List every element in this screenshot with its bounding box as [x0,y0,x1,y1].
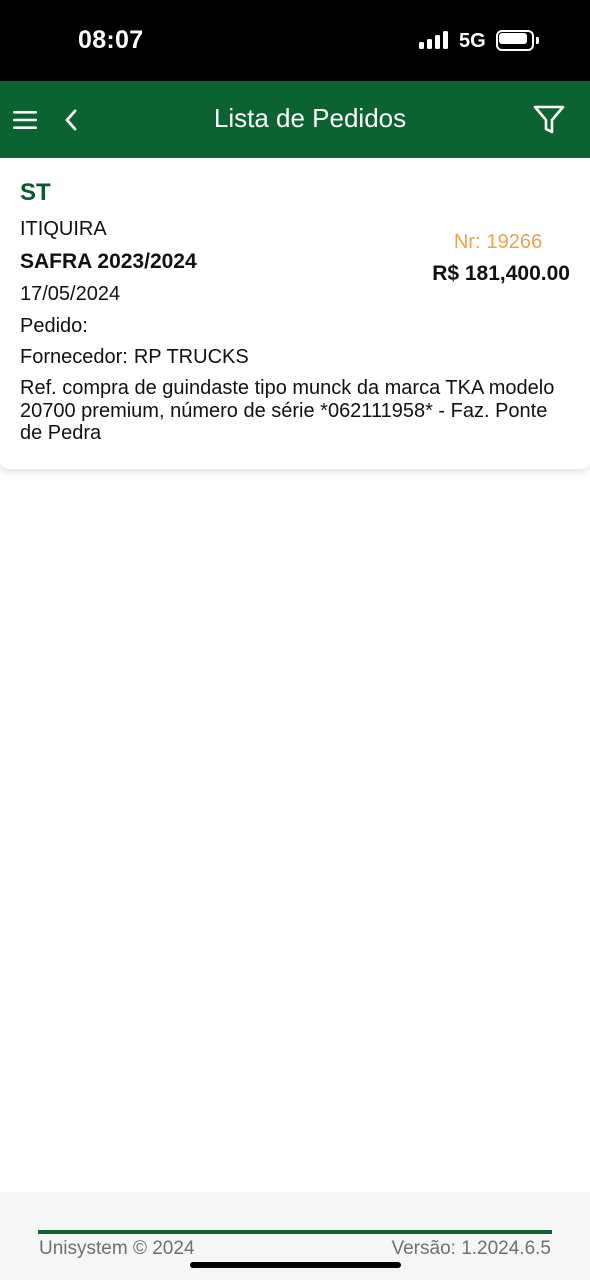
back-button[interactable] [56,102,86,138]
order-pedido-label: Pedido: [20,315,88,337]
page-title: Lista de Pedidos [213,103,407,133]
order-date: 17/05/2024 [20,283,121,305]
supplier-name: RP TRUCKS [133,346,249,368]
filter-button[interactable] [528,100,570,140]
supplier-label: Fornecedor: [20,346,128,368]
order-number: Nr: 19266 [428,231,568,254]
order-value: R$ 181,400.00 [432,262,570,285]
order-city: ITIQUIRA [20,218,107,240]
order-description: Ref. compra de guindaste tipo munck da m… [20,377,555,444]
order-safra: SAFRA 2023/2024 [20,250,197,273]
network-type: 5G [459,30,486,52]
order-number-value: 19266 [486,231,543,253]
order-card[interactable]: ST ITIQUIRA SAFRA 2023/2024 17/05/2024 P… [0,158,590,469]
hamburger-menu-icon [13,111,37,129]
battery-icon [496,30,539,51]
menu-button[interactable] [8,102,42,138]
footer-divider [38,1230,552,1234]
order-supplier: Fornecedor: RP TRUCKS [20,346,249,369]
app-header: Lista de Pedidos [0,81,590,158]
footer-copyright: Unisystem © 2024 [39,1238,195,1259]
footer-version: Versão: 1.2024.6.5 [391,1238,551,1259]
status-bar: 08:07 5G [0,0,590,81]
home-indicator[interactable] [190,1262,401,1268]
chevron-left-icon [65,109,77,131]
cellular-signal-icon [419,31,449,49]
filter-funnel-icon [533,105,565,134]
order-number-label: Nr: [453,231,481,253]
order-name: ST [20,179,51,206]
status-time: 08:07 [78,26,144,54]
